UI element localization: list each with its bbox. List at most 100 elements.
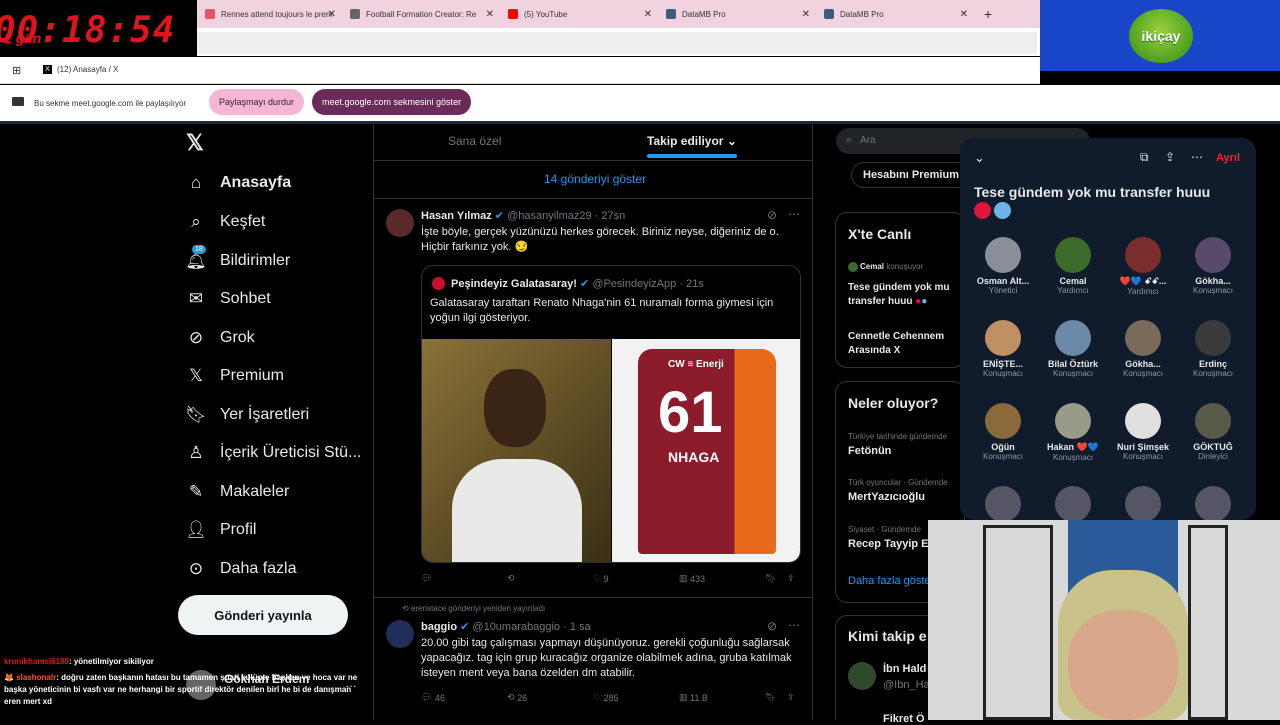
grok-icon[interactable]: ⊘: [767, 208, 777, 222]
bookmark-icon[interactable]: 🔖︎: [765, 573, 776, 584]
browser-tab[interactable]: Football Formation Creator: Re ✕: [342, 0, 500, 28]
speaker[interactable]: Erdinç Konuşmacı: [1178, 320, 1248, 378]
sidebar-item-premium[interactable]: 𝕏 Premium: [186, 366, 284, 386]
tweet-time[interactable]: 1 sa: [570, 621, 591, 633]
player-photo[interactable]: [422, 339, 611, 562]
trend-item[interactable]: Recep Tayyip E: [848, 538, 929, 550]
speaker[interactable]: GÖKTUĞ Dinleyici: [1178, 403, 1248, 461]
tab-close-icon[interactable]: ✕: [644, 9, 652, 20]
tab-close-icon[interactable]: ✕: [960, 9, 968, 20]
jersey-number: 61: [658, 380, 723, 445]
show-meet-tab-button[interactable]: meet.google.com sekmesini göster: [312, 89, 472, 115]
browser-tab[interactable]: DataMB Pro ✕: [658, 0, 816, 28]
sidebar-item-messages[interactable]: ✉ Sohbet: [186, 289, 271, 309]
chat-message: kronikhamsi6198: yönetilmiyor sikiliyor: [4, 657, 154, 666]
speaker[interactable]: Gökha... Konuşmacı: [1178, 237, 1248, 295]
more-options-icon[interactable]: ⋯: [788, 618, 800, 632]
avatar[interactable]: [386, 209, 414, 237]
bookmark-icon[interactable]: 🔖︎: [765, 692, 776, 703]
search-icon: ⌕: [846, 134, 853, 146]
follow-name[interactable]: Fikret Ö: [883, 713, 925, 725]
like-button[interactable]: ♡ 285: [593, 692, 619, 703]
browser-tab[interactable]: Rennes attend toujours le prem ✕: [197, 0, 342, 28]
trend-item[interactable]: Fetönün: [848, 445, 891, 457]
tab-close-icon[interactable]: ✕: [328, 9, 336, 20]
sidebar-item-grok[interactable]: ⊘ Grok: [186, 328, 255, 348]
follow-name[interactable]: İbn Hald: [883, 663, 926, 675]
speaker[interactable]: [968, 486, 1038, 520]
browser-tab[interactable]: (5) YouTube ✕: [500, 0, 658, 28]
trend-item[interactable]: MertYazıcıoğlu: [848, 491, 925, 503]
address-bar[interactable]: [197, 28, 1040, 56]
views-count[interactable]: ▥ 11 B: [679, 692, 708, 703]
dock-icon[interactable]: ⧉: [1140, 150, 1149, 165]
quoted-tweet[interactable]: Peşindeyiz Galatasaray! ✔ @PesindeyizApp…: [421, 265, 801, 563]
repost-button[interactable]: ⟲ 26: [507, 692, 527, 703]
collapse-chevron-icon[interactable]: ⌄: [974, 150, 985, 166]
avatar[interactable]: [386, 620, 414, 648]
sidebar-item-bookmarks[interactable]: 🔖︎ Yer İşaretleri: [185, 405, 309, 425]
premium-button[interactable]: Hesabını Premium: [851, 162, 971, 188]
speaker[interactable]: Bilal Öztürk Konuşmacı: [1038, 320, 1108, 378]
reply-icon[interactable]: 💬︎: [421, 573, 432, 584]
grok-icon[interactable]: ⊘: [767, 619, 777, 633]
speaker[interactable]: ENİŞTE... Konuşmacı: [968, 320, 1038, 378]
sidebar-item-creator-studio[interactable]: ♙ İçerik Üreticisi Stü...: [186, 443, 361, 463]
stop-sharing-button[interactable]: Paylaşmayı durdur: [209, 89, 305, 115]
new-tab-button[interactable]: +: [976, 0, 1006, 28]
more-options-icon[interactable]: ⋯: [1191, 150, 1203, 164]
trend-meta: Türk oyuncular · Gündemde: [848, 478, 948, 487]
tab-close-icon[interactable]: ✕: [486, 9, 494, 20]
address-field[interactable]: [197, 32, 1037, 54]
speaker[interactable]: Nuri Şimşek Konuşmacı: [1108, 403, 1178, 461]
tweet-time[interactable]: 27sn: [601, 210, 625, 222]
speaker[interactable]: Gökha... Konuşmacı: [1108, 320, 1178, 378]
speaker[interactable]: [1038, 486, 1108, 520]
avatar[interactable]: [848, 662, 876, 690]
browser-tab[interactable]: DataMB Pro ✕: [816, 0, 974, 28]
speaker-role: Konuşmacı: [982, 369, 1024, 378]
speaker[interactable]: Oğün Konuşmacı: [968, 403, 1038, 461]
show-new-posts[interactable]: 14 gönderiyi göster: [544, 172, 646, 186]
speaker[interactable]: Osman Alt... Yönetici: [968, 237, 1038, 295]
share-icon[interactable]: ⇪: [787, 573, 795, 584]
apps-grid-icon[interactable]: ⊞: [12, 64, 21, 77]
speaker[interactable]: Hakan ❤️💙 Konuşmacı: [1038, 403, 1108, 462]
sidebar-item-profile[interactable]: 👤︎ Profil: [185, 520, 256, 540]
jersey-photo[interactable]: CW ≡ Enerji 61 NHAGA: [612, 339, 800, 562]
leave-button[interactable]: Ayrıl: [1216, 152, 1240, 164]
views-count[interactable]: ▥ 433: [679, 573, 705, 584]
x-logo-icon[interactable]: 𝕏: [186, 130, 204, 156]
author-handle[interactable]: @hasanyilmaz29: [507, 210, 592, 222]
speaker[interactable]: ❤️💙 ꗃꗃ... Yardımcı: [1108, 237, 1178, 296]
divider: [374, 597, 812, 598]
repost-icon[interactable]: ⟲: [507, 573, 515, 584]
more-options-icon[interactable]: ⋯: [788, 207, 800, 221]
live-topic[interactable]: Tese gündem yok mu transfer huuu ●●: [848, 281, 963, 309]
sidebar-item-explore[interactable]: ⌕ Keşfet: [186, 212, 265, 232]
tab-close-icon[interactable]: ✕: [802, 9, 810, 20]
sidebar-item-home[interactable]: ⌂ Anasayfa: [186, 173, 291, 193]
share-icon[interactable]: ⇪: [1165, 150, 1175, 164]
speaker[interactable]: Cemal Yardımcı: [1038, 237, 1108, 295]
avatar: [1195, 237, 1231, 273]
tab-favicon-icon: [824, 9, 834, 19]
author-name[interactable]: Hasan Yılmaz: [421, 210, 492, 222]
live-topic-2[interactable]: Cennetle Cehennem Arasında X: [848, 330, 963, 358]
sidebar-item-more[interactable]: ⊙ Daha fazla: [186, 559, 297, 579]
author-handle[interactable]: @10umarabaggio: [472, 621, 560, 633]
reply-button[interactable]: 💬︎ 46: [421, 692, 445, 703]
show-more-link[interactable]: Daha fazla göste: [848, 575, 931, 587]
sidebar-item-articles[interactable]: ✎ Makaleler: [186, 482, 289, 502]
post-button[interactable]: Gönderi yayınla: [178, 595, 348, 635]
sidebar-item-notifications[interactable]: 🔔︎ 18 Bildirimler: [185, 245, 290, 271]
x-logo-icon: 𝕏: [189, 366, 203, 385]
like-button[interactable]: ♡ 9: [593, 573, 609, 584]
tab-following[interactable]: Takip ediliyor ⌄: [647, 134, 737, 148]
tab-favicon-icon: [666, 9, 676, 19]
speaker[interactable]: [1178, 486, 1248, 520]
author-name[interactable]: baggio: [421, 621, 457, 633]
speaker[interactable]: [1108, 486, 1178, 520]
share-icon[interactable]: ⇪: [787, 692, 795, 703]
tab-for-you[interactable]: Sana özel: [448, 134, 501, 148]
